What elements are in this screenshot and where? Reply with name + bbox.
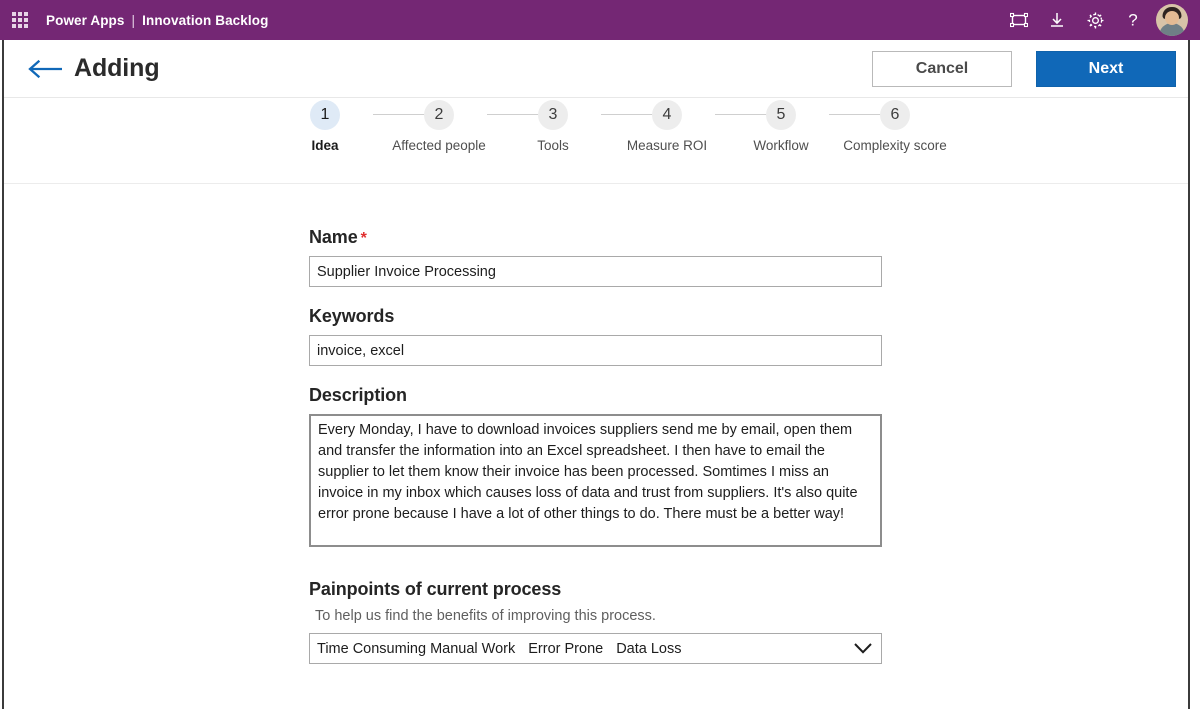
- stepper-item-measure-roi[interactable]: 4 Measure ROI: [610, 100, 724, 154]
- stepper-item-complexity-score[interactable]: 6 Complexity score: [838, 100, 952, 154]
- painpoint-tag: Data Loss: [616, 641, 681, 657]
- cancel-button[interactable]: Cancel: [872, 51, 1012, 87]
- chevron-down-icon[interactable]: [852, 638, 874, 660]
- page-title: Adding: [74, 54, 159, 83]
- stepper-item-tools[interactable]: 3 Tools: [496, 100, 610, 154]
- stepper-label: Affected people: [382, 137, 496, 154]
- fit-to-screen-icon[interactable]: [1000, 0, 1038, 40]
- painpoint-tag: Time Consuming Manual Work: [317, 641, 515, 657]
- name-input[interactable]: [309, 256, 882, 287]
- suite-bar-actions: ?: [1000, 0, 1200, 40]
- painpoint-tag: Error Prone: [528, 641, 603, 657]
- stepper-number: 1: [310, 100, 340, 130]
- keywords-field-label: Keywords: [309, 306, 885, 327]
- required-asterisk: *: [361, 230, 367, 247]
- user-avatar[interactable]: [1156, 4, 1188, 36]
- waffle-grid: [12, 12, 28, 28]
- idea-form: Name* Keywords Description Every Monday,…: [309, 227, 885, 664]
- settings-gear-icon[interactable]: [1076, 0, 1114, 40]
- stepper-number: 3: [538, 100, 568, 130]
- svg-text:?: ?: [1128, 11, 1137, 29]
- stepper-label: Tools: [496, 137, 610, 154]
- app-launcher-waffle-icon[interactable]: [0, 0, 40, 40]
- description-field-label: Description: [309, 385, 885, 406]
- description-textarea[interactable]: Every Monday, I have to download invoice…: [309, 414, 882, 547]
- app-name-label[interactable]: Innovation Backlog: [142, 13, 268, 28]
- stepper-item-idea[interactable]: 1 Idea: [268, 100, 382, 154]
- stepper-number: 6: [880, 100, 910, 130]
- stepper-label: Workflow: [724, 137, 838, 154]
- stepper-number: 2: [424, 100, 454, 130]
- stepper-track: 1 Idea 2 Affected people 3 Tools 4 Measu…: [300, 98, 910, 183]
- keywords-input[interactable]: [309, 335, 882, 366]
- next-button[interactable]: Next: [1036, 51, 1176, 87]
- wizard-stepper: 1 Idea 2 Affected people 3 Tools 4 Measu…: [4, 98, 1188, 184]
- stepper-item-workflow[interactable]: 5 Workflow: [724, 100, 838, 154]
- stepper-number: 4: [652, 100, 682, 130]
- stepper-item-affected-people[interactable]: 2 Affected people: [382, 100, 496, 154]
- download-icon[interactable]: [1038, 0, 1076, 40]
- app-canvas: Adding Cancel Next 1 Idea 2 Aff: [2, 40, 1190, 709]
- stepper-number: 5: [766, 100, 796, 130]
- stepper-label: Measure ROI: [610, 137, 724, 154]
- suite-title: Power Apps | Innovation Backlog: [46, 13, 268, 28]
- help-icon[interactable]: ?: [1114, 0, 1152, 40]
- back-arrow-icon[interactable]: [22, 49, 68, 89]
- app-root: Power Apps | Innovation Backlog: [0, 0, 1200, 709]
- painpoints-multiselect[interactable]: Time Consuming Manual Work Error Prone D…: [309, 633, 882, 664]
- painpoints-selected-values: Time Consuming Manual Work Error Prone D…: [317, 641, 682, 657]
- suite-bar: Power Apps | Innovation Backlog: [0, 0, 1200, 40]
- stepper-label: Complexity score: [838, 137, 952, 154]
- brand-label[interactable]: Power Apps: [46, 13, 125, 28]
- painpoints-helper-text: To help us find the benefits of improvin…: [315, 608, 885, 624]
- avatar-face: [1165, 11, 1179, 25]
- name-label-text: Name: [309, 227, 358, 247]
- command-header: Adding Cancel Next: [4, 40, 1188, 98]
- painpoints-field-label: Painpoints of current process: [309, 579, 885, 600]
- title-separator: |: [132, 13, 136, 28]
- stepper-label: Idea: [268, 137, 382, 154]
- name-field-label: Name*: [309, 227, 885, 248]
- command-actions: Cancel Next: [872, 51, 1188, 87]
